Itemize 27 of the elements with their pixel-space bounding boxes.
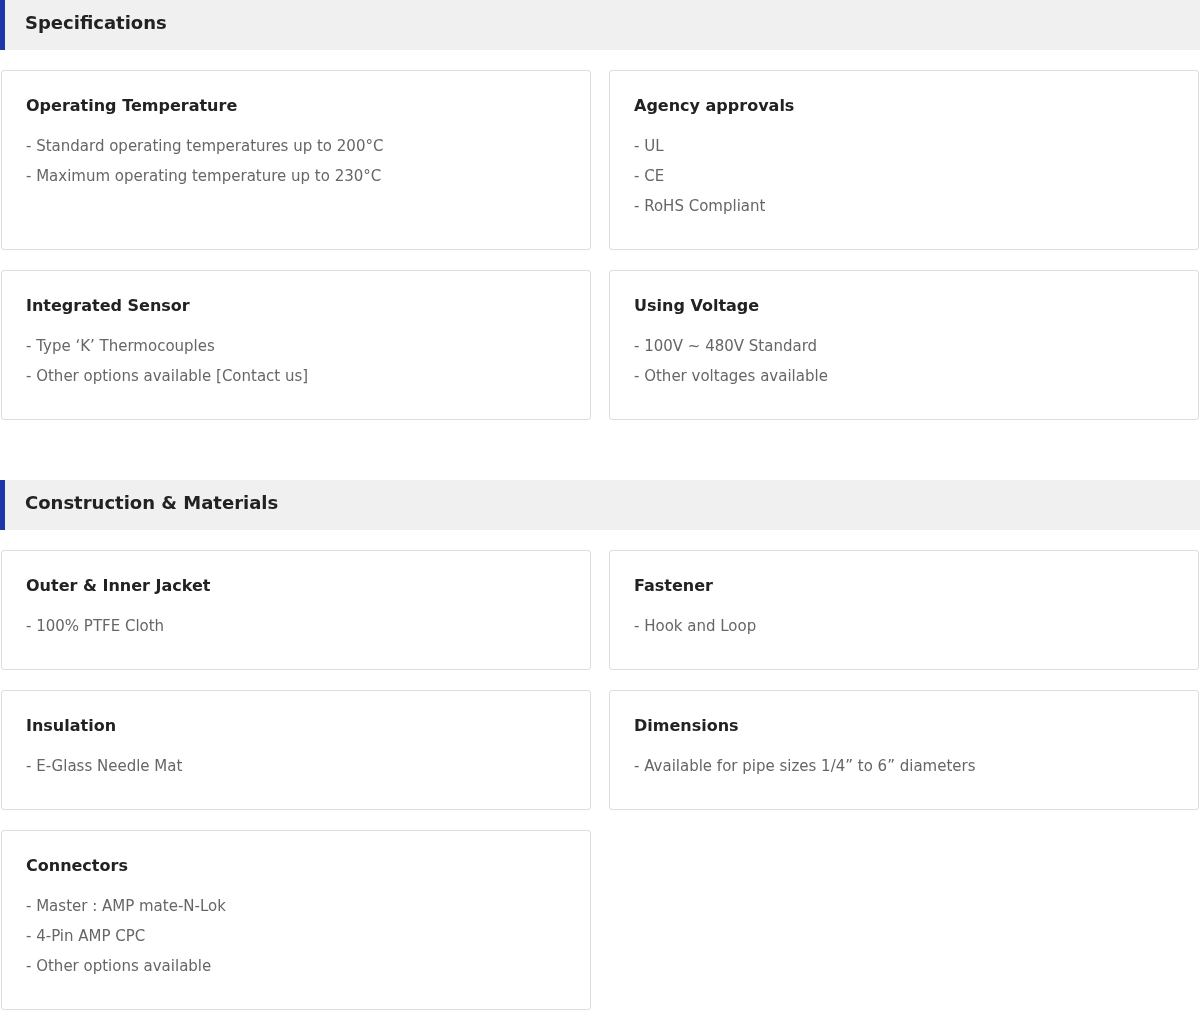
spec-text: - 4-Pin AMP CPC xyxy=(26,926,147,947)
card-title: Insulation xyxy=(26,715,118,737)
card-title: Using Voltage xyxy=(634,295,761,317)
section-header: Specifications xyxy=(0,0,1200,50)
card-title: Agency approvals xyxy=(634,95,796,117)
spec-text: - Other voltages available xyxy=(634,366,829,387)
card-title: Outer & Inner Jacket xyxy=(26,575,212,597)
card-title: Connectors xyxy=(26,855,129,877)
spec-text: - Standard operating temperatures up to 200°C xyxy=(26,136,385,157)
spec-text: - RoHS Compliant xyxy=(634,196,767,217)
spec-text: - Other options available xyxy=(26,956,213,977)
spec-text: - Available for pipe sizes 1/4” to 6” diameters xyxy=(634,756,977,777)
spec-text: - 100V ~ 480V Standard xyxy=(634,336,819,357)
spec-text: - Master : AMP mate-N-Lok xyxy=(26,896,227,917)
section-header: Construction & Materials xyxy=(0,480,1200,530)
spec-text: - E-Glass Needle Mat xyxy=(26,756,184,777)
spec-text: - CE xyxy=(634,166,666,187)
spec-text: - 100% PTFE Cloth xyxy=(26,616,166,637)
spec-text: - Other options available [Contact us] xyxy=(26,366,310,387)
card-title: Dimensions xyxy=(634,715,740,737)
card-title: Fastener xyxy=(634,575,714,597)
spec-text: - Type ‘K’ Thermocouples xyxy=(26,336,216,357)
spec-text: - UL xyxy=(634,136,665,157)
spec-text: - Maximum operating temperature up to 230°C xyxy=(26,166,383,187)
card-title: Integrated Sensor xyxy=(26,295,191,317)
card-title: Operating Temperature xyxy=(26,95,239,117)
spec-text: - Hook and Loop xyxy=(634,616,758,637)
